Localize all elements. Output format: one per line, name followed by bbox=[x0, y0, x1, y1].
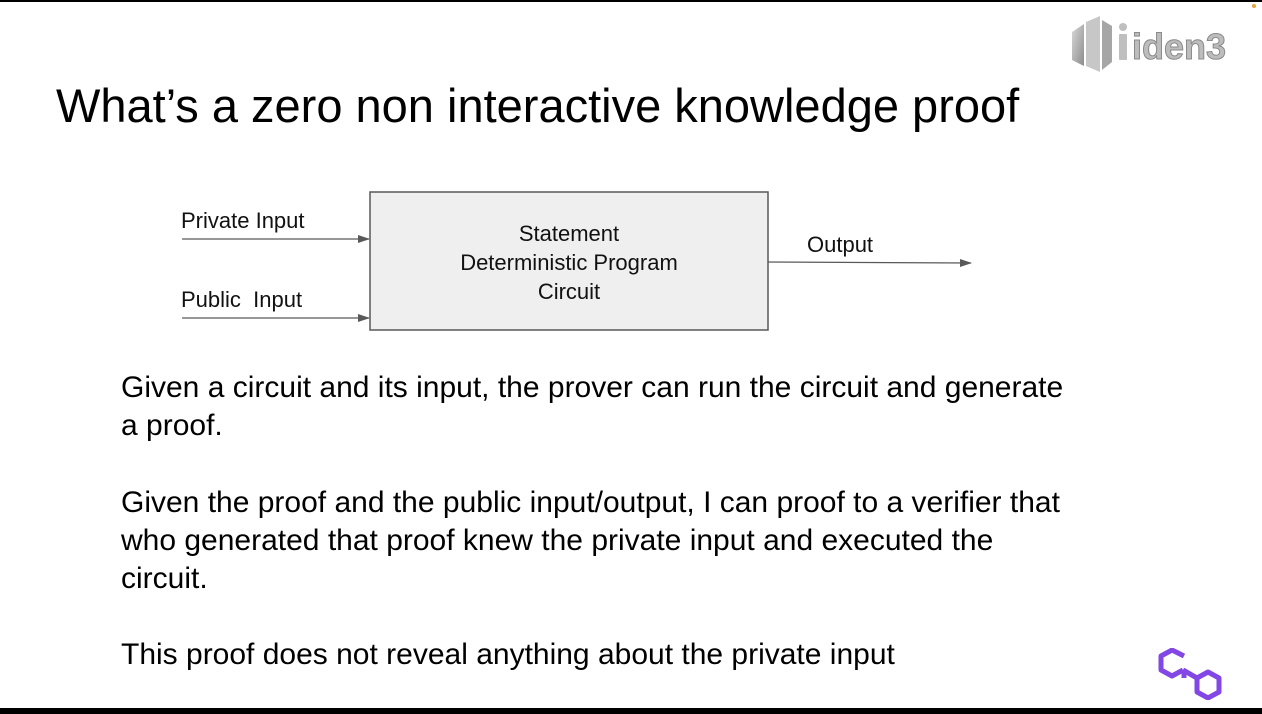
paragraph-verifier: Given the proof and the public input/out… bbox=[121, 486, 1060, 595]
paragraph-prover: Given a circuit and its input, the prove… bbox=[121, 371, 1064, 442]
box-line-circuit: Circuit bbox=[538, 279, 600, 304]
box-line-statement: Statement bbox=[519, 221, 619, 246]
box-line-program: Deterministic Program bbox=[460, 250, 678, 275]
circuit-diagram: Private Input Public Input Output Statem… bbox=[181, 191, 972, 331]
private-input-label: Private Input bbox=[181, 208, 305, 233]
output-label: Output bbox=[807, 232, 873, 257]
public-input-label: Public Input bbox=[181, 287, 302, 312]
polygon-logo bbox=[1158, 647, 1222, 701]
bottom-border bbox=[0, 708, 1262, 714]
polygon-logo-icon bbox=[1158, 647, 1222, 701]
paragraph-privacy: This proof does not reveal anything abou… bbox=[121, 638, 895, 671]
output-arrow bbox=[767, 258, 972, 267]
